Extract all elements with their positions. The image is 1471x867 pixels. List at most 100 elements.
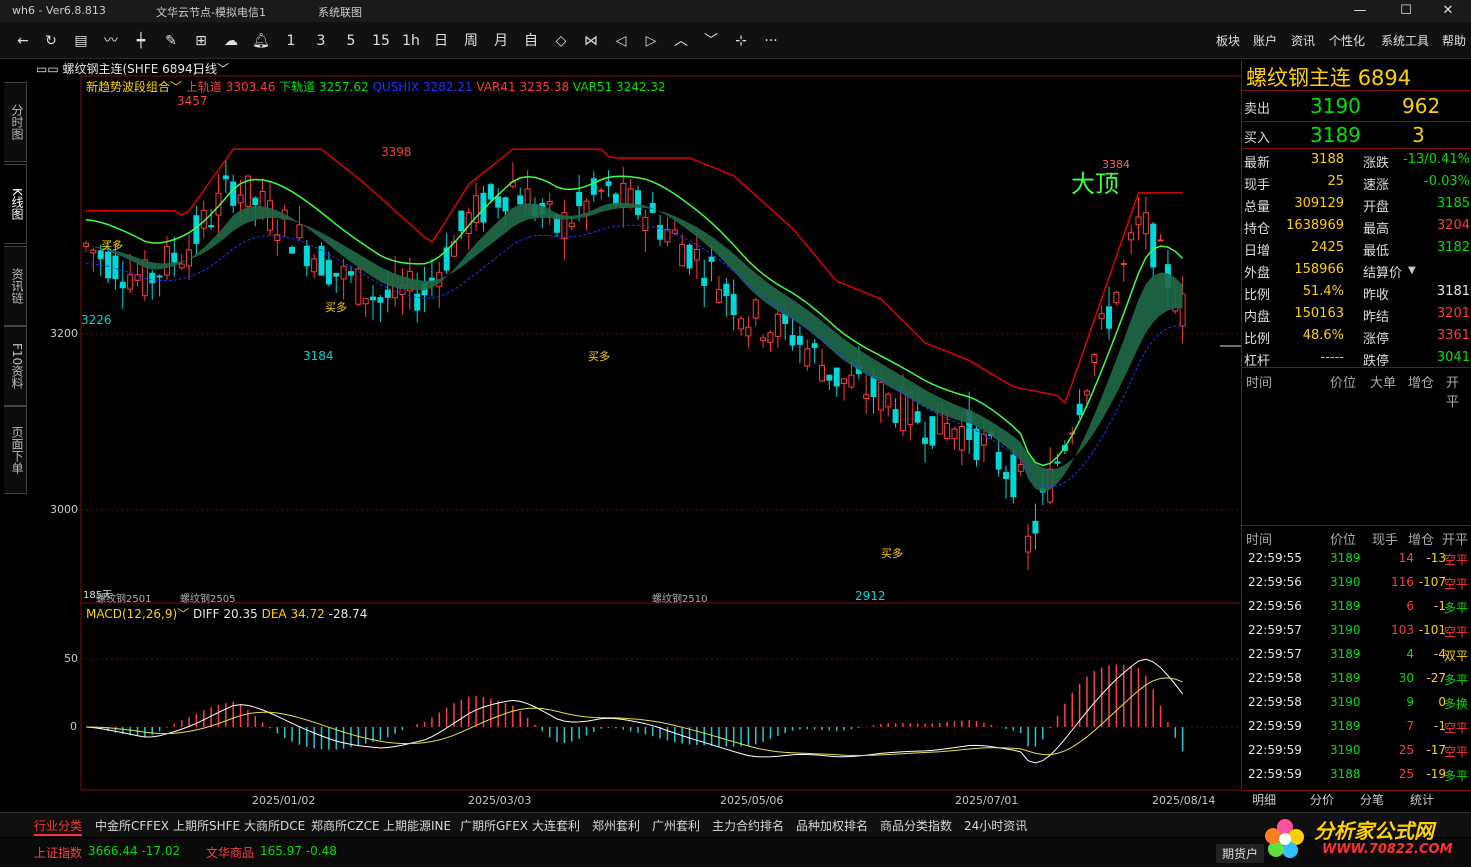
tick-time: 22:59:55: [1248, 551, 1302, 565]
tick-row: 22:59:58 3190 9 0 多换: [1244, 692, 1470, 714]
label-low-2912: 2912: [855, 589, 886, 603]
exchange-tab[interactable]: 24小时资讯: [964, 817, 1027, 834]
contract-2501: 螺纹钢2501: [96, 594, 152, 605]
tick-volume: 30: [1398, 671, 1414, 685]
exchange-tab[interactable]: 大连套利: [532, 817, 580, 834]
candle-body: [863, 394, 870, 399]
tick-time: 22:59:56: [1248, 599, 1302, 613]
exchange-tab[interactable]: 行业分类: [34, 817, 83, 836]
quote-row: 比例 48.6% 涨停 3361: [1244, 325, 1470, 347]
tab-by-tick[interactable]: 分笔: [1360, 791, 1384, 808]
futures-account-button[interactable]: 期货户: [1216, 844, 1265, 863]
tick-volume: 25: [1398, 743, 1414, 757]
candle-body: [105, 251, 112, 279]
candle-body: [715, 289, 722, 303]
index-wh-name: 文华商品: [206, 846, 255, 860]
quote-title: 螺纹钢主连 6894: [1246, 66, 1412, 90]
tick-oi-change: -107: [1418, 575, 1446, 589]
flower-logo-icon: [1265, 819, 1304, 858]
candle-body: [914, 411, 921, 423]
candle-body: [487, 184, 494, 200]
exchange-tab[interactable]: 商品分类指数: [880, 817, 952, 834]
tick-price: 3189: [1330, 599, 1361, 613]
candle-body: [1017, 463, 1024, 472]
quote-row: 日增 2425 最低 3182: [1244, 237, 1470, 259]
tab-stats[interactable]: 统计: [1410, 791, 1434, 808]
tick-volume: 4: [1406, 647, 1414, 661]
chevron-down-icon[interactable]: ▼: [1408, 265, 1416, 276]
candle-body: [1025, 535, 1032, 553]
candle-body: [796, 335, 803, 345]
index-sh-name: 上证指数: [34, 846, 83, 860]
tab-by-price[interactable]: 分价: [1310, 791, 1334, 808]
exchange-tabs: 行业分类 中金所CFFEX 上期所SHFE 大商所DCE 郑商所CZCE 上期能源INE 广…: [0, 812, 1471, 837]
chart-frame: [80, 75, 1241, 791]
chevron-down-icon: ﹀: [177, 607, 190, 621]
candle-body: [303, 245, 310, 267]
tab-detail[interactable]: 明细: [1252, 791, 1276, 808]
candle-body: [458, 210, 465, 232]
tick-type: 多平: [1444, 601, 1469, 615]
tick-time: 22:59:57: [1248, 647, 1302, 661]
date-label: 2025/03/03: [468, 794, 532, 807]
candle-body: [340, 265, 347, 280]
bid-row: 买入 3189 3: [1244, 123, 1425, 147]
candle-body: [848, 374, 855, 388]
date-label: 2025/01/02: [252, 794, 316, 807]
candle-body: [973, 428, 980, 460]
exchange-tab[interactable]: 郑商所CZCE: [311, 817, 380, 834]
quote-label: 最高: [1363, 222, 1390, 237]
quote-label: 持仓: [1244, 222, 1271, 237]
candle-body: [325, 259, 332, 285]
tick-time: 22:59:57: [1248, 623, 1302, 637]
candle-body: [1098, 313, 1105, 320]
label-high-3457: 3457: [177, 94, 208, 108]
candle-body: [1076, 403, 1083, 416]
tick-type: 空平: [1444, 625, 1469, 639]
quote-value: 2425: [1310, 240, 1344, 255]
exchange-tab[interactable]: 上期所SHFE: [173, 817, 240, 834]
exchange-tab[interactable]: 主力合约排名: [712, 817, 784, 834]
quote-row: 持仓 1638969 最高 3204: [1244, 215, 1470, 237]
candle-body: [642, 216, 649, 232]
tick-row: 22:59:59 3190 25 -17 空平: [1244, 740, 1470, 762]
quote-row: 杠杆 ----- 跌停 3041: [1244, 347, 1470, 369]
label-big-top: 大顶: [1071, 170, 1119, 198]
candle-body: [576, 191, 583, 207]
candle-body: [502, 197, 509, 212]
tick-time: 22:59:59: [1248, 767, 1302, 781]
exchange-tab[interactable]: 中金所CFFEX: [95, 817, 169, 834]
candle-body: [1091, 353, 1098, 363]
signal-buy-1: 买多: [101, 239, 123, 252]
candle-body: [598, 189, 605, 192]
signal-buy-3: 买多: [588, 350, 610, 363]
candle-body: [1120, 263, 1127, 266]
quote-row: 总量 309129 开盘 3185: [1244, 193, 1470, 215]
exchange-tab[interactable]: 郑州套利: [592, 817, 640, 834]
quote-value: -13/0.41%: [1403, 152, 1470, 167]
y-tick-3200: 3200: [50, 327, 78, 340]
tick-price: 3189: [1330, 671, 1361, 685]
quote-value: -0.03%: [1424, 174, 1470, 189]
exchange-tab[interactable]: 品种加权排名: [796, 817, 868, 834]
exchange-tab[interactable]: 上期能源INE: [383, 817, 451, 834]
candle-body: [760, 337, 767, 342]
quote-value: 3185: [1436, 196, 1470, 211]
tick-price: 3189: [1330, 647, 1361, 661]
candle-body: [377, 297, 384, 303]
candle-body: [252, 197, 259, 206]
tick-time: 22:59:56: [1248, 575, 1302, 589]
quote-value: 3188: [1310, 152, 1344, 167]
quote-label: 结算价: [1363, 266, 1403, 281]
exchange-tab[interactable]: 广州套利: [652, 817, 700, 834]
quote-label: 比例: [1244, 332, 1271, 347]
candle-body: [384, 289, 391, 298]
exchange-tab[interactable]: 大商所DCE: [244, 817, 305, 834]
candle-body: [1106, 306, 1113, 329]
exchange-tab[interactable]: 广期所GFEX: [460, 817, 528, 834]
macd-name[interactable]: MACD(12,26,9): [86, 607, 177, 621]
candle-body: [693, 248, 700, 261]
candle-body: [841, 378, 848, 384]
candle-body: [119, 281, 126, 289]
candle-body: [605, 181, 612, 186]
